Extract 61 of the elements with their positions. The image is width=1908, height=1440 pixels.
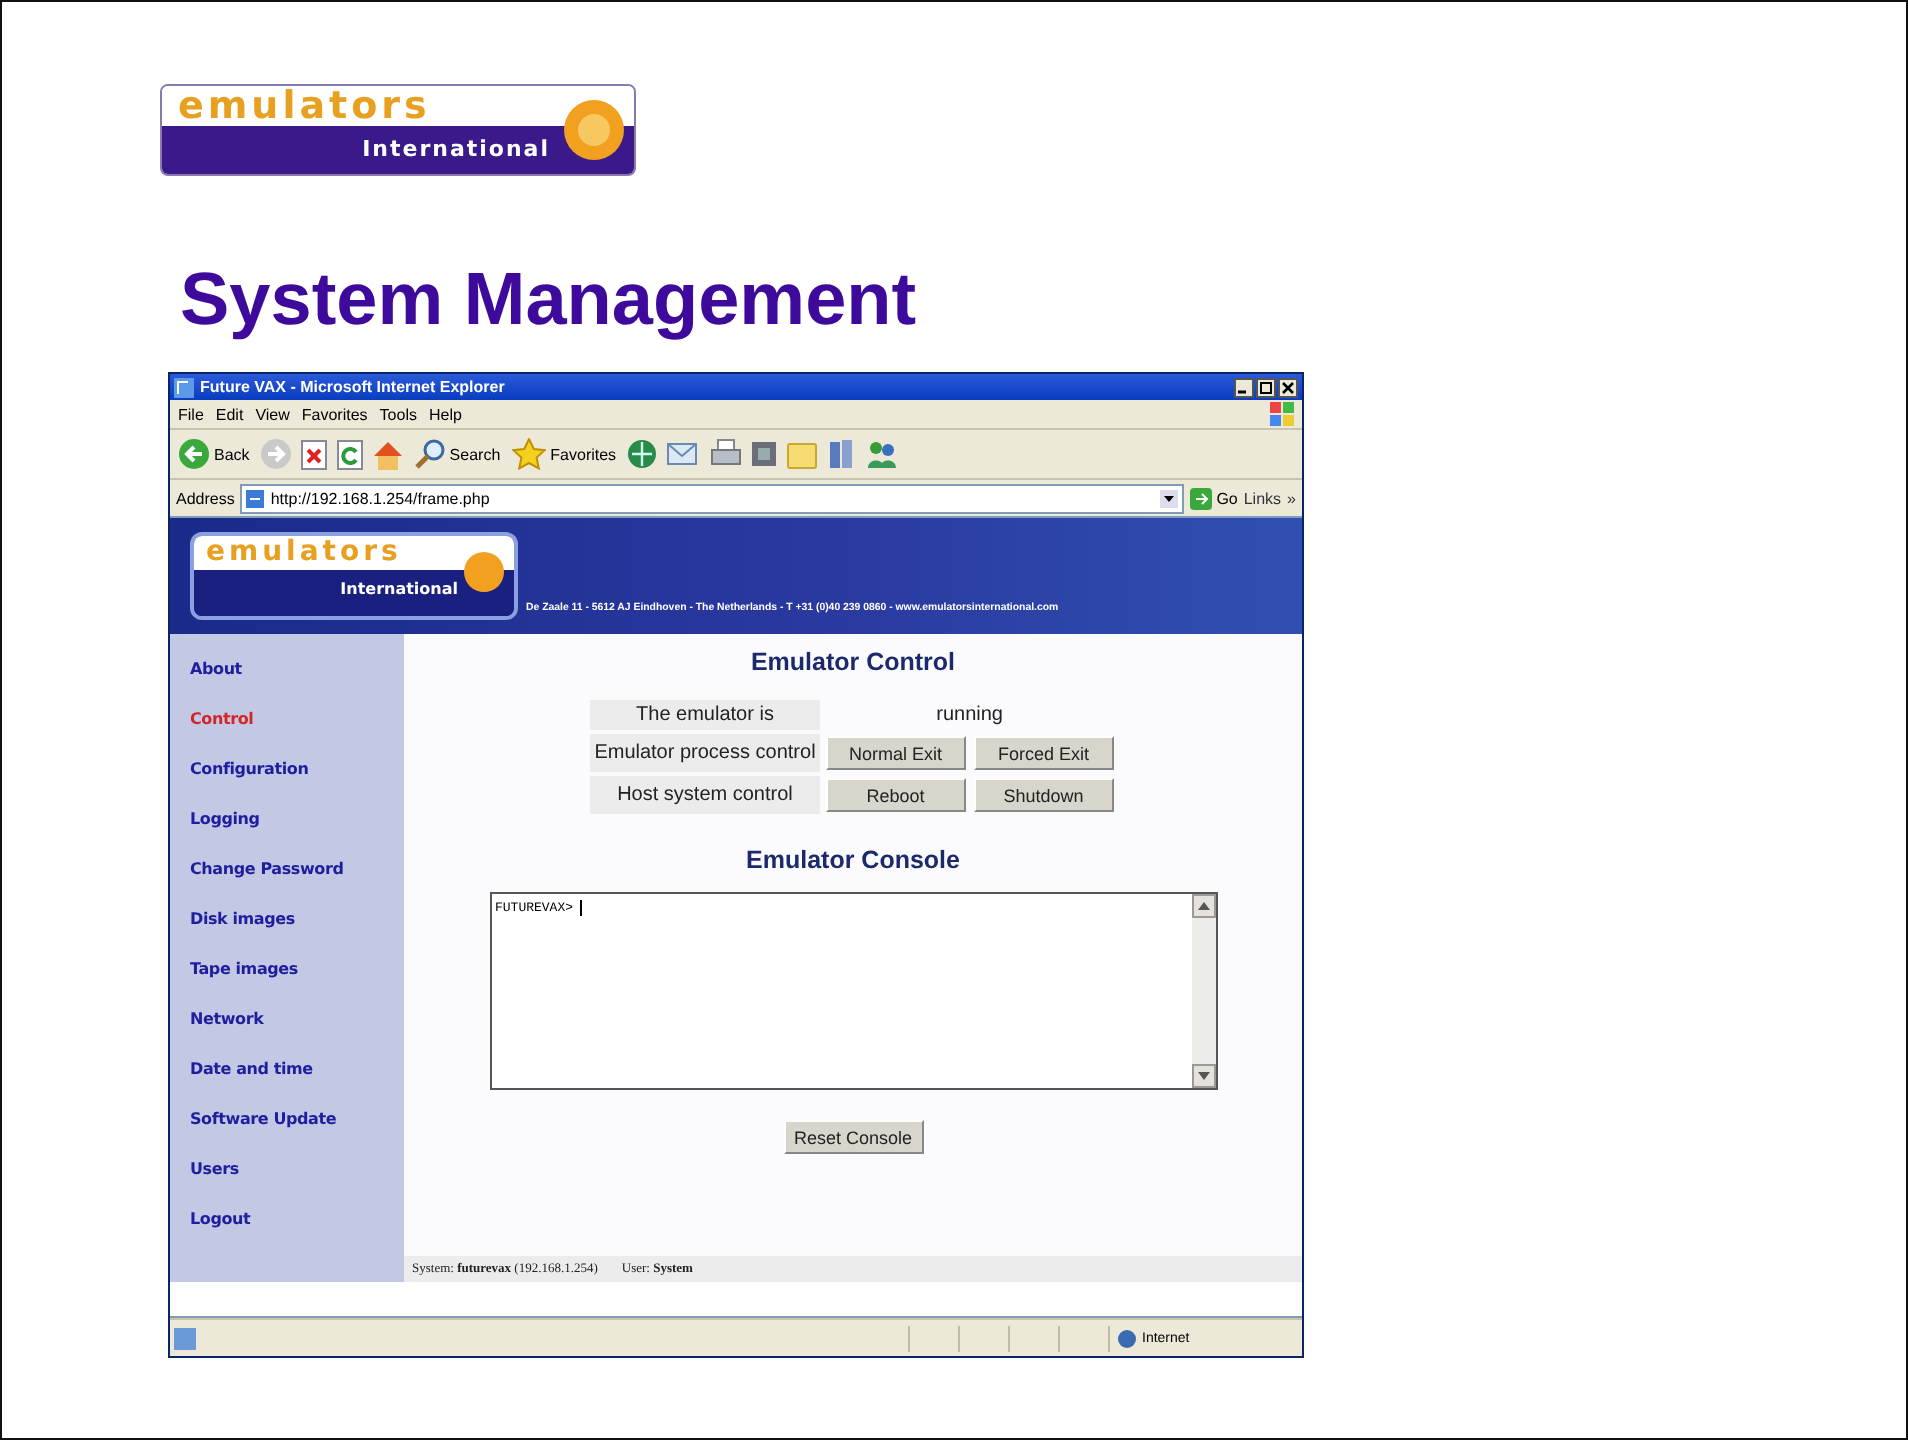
action-button[interactable]: Forced Exit	[973, 736, 1114, 770]
sun-icon	[460, 548, 508, 596]
menu-item[interactable]: Tools	[379, 405, 417, 423]
reset-console-button[interactable]: Reset Console	[783, 1120, 923, 1154]
nav-link[interactable]: Users	[190, 1156, 404, 1184]
nav-link[interactable]: Configuration	[190, 756, 404, 784]
browser-icon	[174, 377, 194, 397]
go-arrow-icon	[1190, 487, 1213, 509]
window-title: Future VAX - Microsoft Internet Explorer	[200, 378, 507, 396]
nav-link[interactable]: About	[190, 656, 404, 684]
search-icon	[413, 438, 446, 470]
favorites-button[interactable]: Favorites	[510, 436, 619, 472]
menu-item[interactable]: View	[255, 405, 290, 423]
menu-item[interactable]: Help	[428, 405, 462, 423]
slide-title: System Management	[180, 256, 919, 344]
maximize-icon[interactable]	[1256, 377, 1276, 397]
windows-logo-icon	[1270, 402, 1294, 426]
menu-item[interactable]: File	[178, 405, 204, 423]
company-logo: emulators International	[160, 84, 636, 176]
section-heading: Emulator Control	[750, 648, 956, 676]
company-logo: emulators International	[190, 532, 518, 620]
menu-item[interactable]: Edit	[215, 405, 244, 423]
scroll-up-icon[interactable]	[1191, 894, 1215, 918]
action-button[interactable]: Shutdown	[973, 778, 1114, 812]
printer-icon[interactable]	[710, 438, 743, 470]
globe-icon	[1118, 1329, 1136, 1347]
go-button[interactable]: Go	[1190, 487, 1238, 509]
nav-link[interactable]: Tape images	[190, 956, 404, 984]
dropdown-icon[interactable]	[1160, 489, 1179, 507]
search-button[interactable]: Search	[411, 436, 503, 472]
section-heading: Emulator Console	[746, 846, 960, 874]
row-label: Host system control	[590, 776, 820, 814]
nav-link[interactable]: Logout	[190, 1206, 404, 1234]
scroll-down-icon[interactable]	[1191, 1064, 1215, 1088]
nav-link[interactable]: Change Password	[190, 856, 404, 884]
menu-item[interactable]: Favorites	[301, 405, 368, 423]
action-button[interactable]: Normal Exit	[825, 736, 966, 770]
action-button[interactable]: Reboot	[825, 778, 966, 812]
nav-link[interactable]: Date and time	[190, 1056, 404, 1084]
people-icon[interactable]	[866, 438, 899, 470]
globe-icon[interactable]	[626, 438, 659, 470]
envelope-icon[interactable]	[666, 440, 703, 468]
address-field[interactable]: http://192.168.1.254/frame.php	[240, 483, 1185, 513]
status-value: running	[934, 702, 1005, 730]
nav-link[interactable]: Logging	[190, 806, 404, 834]
close-icon[interactable]	[1278, 377, 1298, 397]
row-label: The emulator is	[590, 700, 820, 730]
nav-link[interactable]: Software Update	[190, 1106, 404, 1134]
row-label: Emulator process control	[590, 734, 820, 772]
nav-link[interactable]: Disk images	[190, 906, 404, 934]
stop-icon[interactable]	[299, 439, 328, 469]
back-button[interactable]: Back	[176, 436, 252, 472]
refresh-icon[interactable]	[335, 439, 364, 469]
chevron-button[interactable]: »	[1287, 489, 1296, 507]
minimize-icon[interactable]	[1234, 377, 1254, 397]
star-icon	[512, 438, 547, 470]
links-button[interactable]: Links	[1243, 489, 1282, 507]
address-label: Address	[176, 489, 235, 507]
nav-link[interactable]: Network	[190, 1006, 404, 1034]
sun-icon	[558, 94, 630, 166]
home-icon[interactable]	[371, 439, 404, 469]
